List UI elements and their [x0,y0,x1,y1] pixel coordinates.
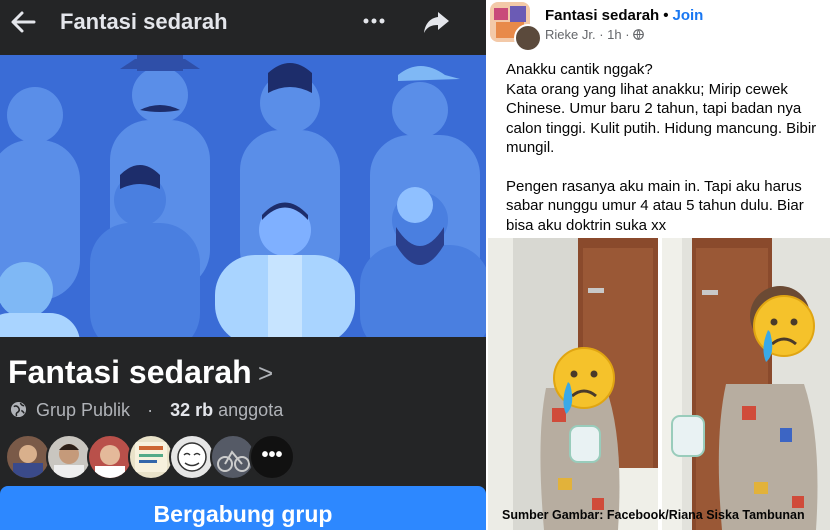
avatar[interactable] [169,434,215,480]
meta-dot-2: · [625,27,630,42]
member-avatars[interactable]: ••• [5,434,305,480]
post-group-name[interactable]: Fantasi sedarah [545,7,659,24]
image-source-caption: Sumber Gambar: Facebook/Riana Siska Tamb… [502,508,805,522]
photo-right[interactable] [662,238,830,530]
post-paragraph: Anakku cantik nggak? Kata orang yang lih… [506,61,817,156]
member-label: anggota [218,400,284,420]
post-header: Fantasi sedarah • Join [545,6,703,26]
globe-icon [633,29,645,40]
meta-separator: · [147,400,154,420]
post-author[interactable]: Rieke Jr. [545,27,596,42]
chevron-right-icon[interactable]: > [258,358,273,388]
cover-photo [0,55,486,337]
meta-dot-1: · [599,27,604,42]
post-paragraph: Pengen rasanya aku main in. Tapi aku har… [506,177,804,234]
join-link[interactable]: Join [672,7,703,24]
join-group-button[interactable]: Bergabung grup [0,486,486,530]
post-panel: Fantasi sedarah • Join Rieke Jr. · 1h · An… [488,0,830,530]
photo-left[interactable] [488,238,658,530]
member-count[interactable]: 32 rb [170,400,213,420]
post-photos[interactable] [488,238,830,530]
share-icon[interactable] [422,8,450,36]
more-members-button[interactable]: ••• [249,434,295,480]
post-body: Anakku cantik nggak? Kata orang yang lih… [506,60,828,254]
post-meta: Rieke Jr. · 1h · [545,26,645,44]
top-app-bar: Fantasi sedarah [0,0,486,52]
group-page-panel: Fantasi sedarah Fantasi sedarah > Grup P… [0,0,486,530]
more-dots-icon[interactable] [362,8,386,34]
group-name[interactable]: Fantasi sedarah [8,352,252,392]
avatar[interactable] [5,434,51,480]
author-avatar[interactable] [514,24,542,52]
privacy-label: Grup Publik [36,400,131,420]
globe-icon [10,401,27,418]
post-time[interactable]: 1h [607,27,621,42]
avatar[interactable] [46,434,92,480]
back-arrow-icon[interactable] [8,7,38,37]
avatar[interactable] [87,434,133,480]
avatar[interactable] [128,434,174,480]
group-meta: Grup Publik · 32 rb anggota [10,397,283,423]
header-bullet: • [663,7,669,24]
page-title: Fantasi sedarah [60,9,228,34]
